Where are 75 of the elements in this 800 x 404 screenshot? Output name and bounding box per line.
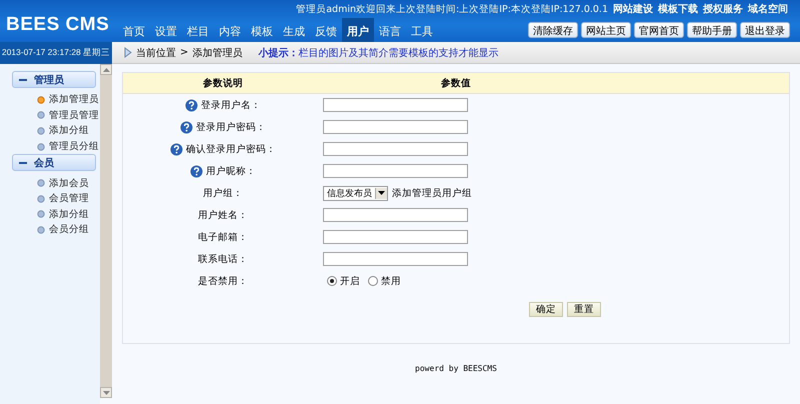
top-link[interactable]: 授权服务 — [703, 2, 743, 16]
top-link[interactable]: 网站建设 — [613, 2, 653, 16]
field-label: 电子邮箱： — [198, 230, 248, 244]
field-label: 是否禁用： — [198, 274, 248, 288]
top-link[interactable]: 域名空间 — [748, 2, 788, 16]
field-label: 登录用户名： — [201, 98, 261, 112]
sidebar-link[interactable]: 会员分组 — [49, 223, 89, 236]
up-arrow-icon — [102, 68, 110, 72]
help-icon[interactable] — [180, 120, 193, 134]
nav-tab[interactable]: 生成 — [278, 18, 310, 42]
header-button[interactable]: 退出登录 — [740, 22, 790, 38]
field-label: 用户组： — [203, 186, 243, 200]
nav-tab[interactable]: 工具 — [406, 18, 438, 42]
nav-tab[interactable]: 模板 — [246, 18, 278, 42]
field-label: 登录用户密码： — [196, 120, 266, 134]
field-note: 添加管理员用户组 — [392, 186, 472, 200]
radio-button[interactable]: 开启 — [327, 274, 360, 288]
nav-tab[interactable]: 反馈 — [310, 18, 342, 42]
form-button[interactable]: 确定 — [529, 302, 563, 317]
help-icon[interactable] — [170, 142, 183, 156]
group-title: 管理员 — [34, 74, 64, 86]
date-time: 2013-07-17 23:17:28 星期三 — [0, 42, 112, 64]
top-link[interactable]: 模板下载 — [658, 2, 698, 16]
input-field[interactable] — [323, 164, 468, 178]
header-button[interactable]: 清除缓存 — [528, 22, 578, 38]
welcome-text: 管理员admin欢迎回来上次登陆时间:上次登陆IP:本次登陆IP:127.0.0.1 — [296, 2, 608, 16]
field-label: 联系电话： — [198, 252, 248, 266]
help-icon[interactable] — [190, 164, 203, 178]
nav-tab[interactable]: 首页 — [118, 18, 150, 42]
field-label: 用户昵称： — [206, 164, 256, 178]
sidebar-link[interactable]: 会员管理 — [49, 192, 89, 206]
group-title: 会员 — [34, 156, 54, 170]
nav-tab[interactable]: 语言 — [374, 18, 406, 42]
input-field[interactable] — [323, 142, 468, 156]
tip-text: 栏目的图片及其简介需要模板的支持才能显示 — [298, 46, 498, 60]
sidebar-link[interactable]: 添加会员 — [49, 176, 89, 190]
header-button[interactable]: 网站主页 — [581, 22, 631, 38]
input-field[interactable] — [323, 98, 468, 112]
scroll-down-button[interactable] — [100, 387, 112, 398]
column-header: 参数值 — [441, 76, 471, 90]
scroll-up-button[interactable] — [100, 64, 112, 75]
breadcrumb-label: 当前位置 — [136, 46, 176, 60]
sidebar-link[interactable]: 添加管理员 — [49, 93, 99, 106]
sidebar-link[interactable]: 添加分组 — [49, 208, 89, 221]
field-label: 确认登录用户密码： — [186, 142, 276, 156]
caret-icon — [378, 191, 385, 195]
triangle-icon — [124, 47, 132, 58]
nav-tab[interactable]: 设置 — [150, 18, 182, 42]
form-button[interactable]: 重置 — [567, 302, 601, 317]
help-icon[interactable] — [185, 98, 198, 112]
logo: BEES CMS — [6, 14, 110, 36]
field-label: 用户姓名： — [198, 208, 248, 222]
breadcrumb-separator: > — [180, 47, 188, 58]
input-field[interactable] — [323, 230, 468, 244]
group-header[interactable]: 会员 — [12, 154, 96, 172]
group-header[interactable]: 管理员 — [12, 71, 96, 88]
footer-text: powerd by BEESCMS — [414, 364, 498, 373]
nav-tab[interactable]: 用户 — [342, 18, 374, 42]
column-header: 参数说明 — [203, 76, 243, 90]
input-field[interactable] — [323, 208, 468, 222]
breadcrumb-page: 添加管理员 — [192, 46, 242, 60]
select-dropdown[interactable]: 信息发布员 — [323, 186, 388, 200]
sidebar-link[interactable]: 管理员管理 — [49, 108, 99, 122]
header-button[interactable]: 帮助手册 — [687, 22, 737, 38]
scrollbar[interactable] — [100, 64, 112, 398]
radio-button[interactable]: 禁用 — [368, 274, 401, 288]
nav-tab[interactable]: 栏目 — [182, 18, 214, 42]
sidebar-link[interactable]: 添加分组 — [49, 124, 89, 138]
tip-label: 小提示： — [258, 46, 298, 60]
nav-tab[interactable]: 内容 — [214, 18, 246, 42]
down-arrow-icon — [102, 390, 110, 394]
sidebar-link[interactable]: 管理员分组 — [49, 140, 99, 154]
input-field[interactable] — [323, 120, 468, 134]
header-button[interactable]: 官网首页 — [634, 22, 684, 38]
input-field[interactable] — [323, 252, 468, 266]
